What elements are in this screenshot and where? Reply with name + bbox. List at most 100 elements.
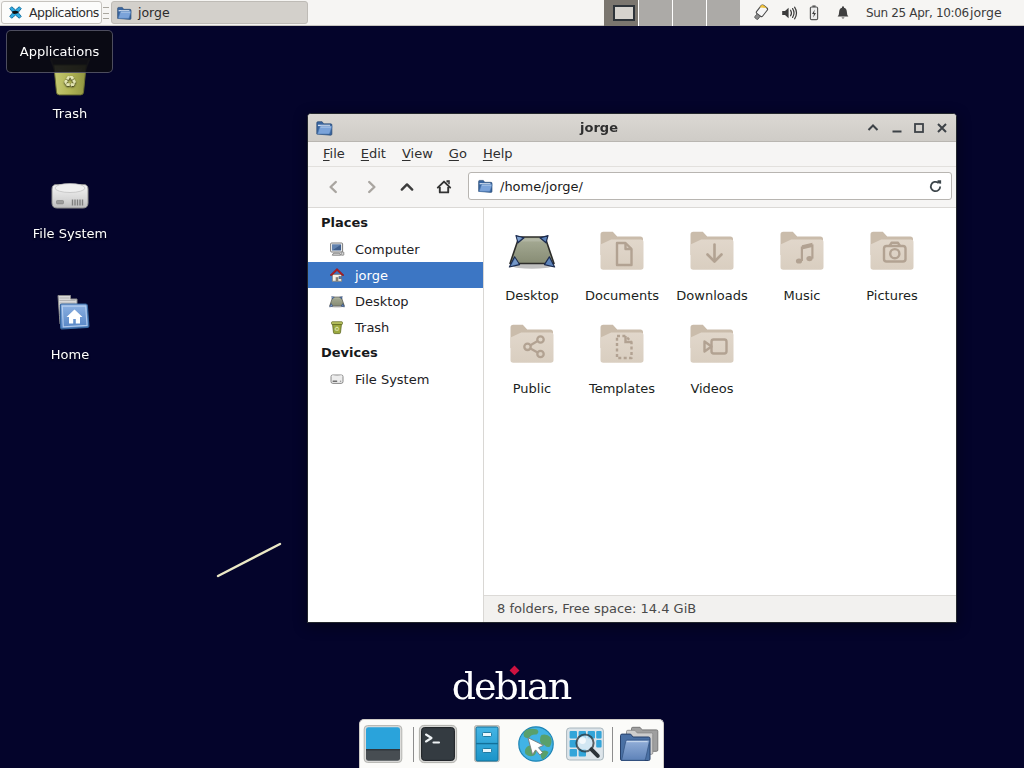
file-item-music[interactable]: Music	[757, 225, 847, 303]
shade-button[interactable]	[865, 120, 881, 136]
window-title: jorge	[580, 114, 618, 141]
notifications-icon[interactable]	[834, 4, 852, 22]
sidebar-item-label: Computer	[355, 242, 420, 257]
minimize-button[interactable]	[889, 120, 905, 136]
file-item-videos[interactable]: Videos	[667, 318, 757, 396]
file-view: Desktop Documents Downloads Music Pictur…	[484, 208, 956, 622]
file-grid: Desktop Documents Downloads Music Pictur…	[484, 208, 956, 595]
bottom-dock	[359, 719, 664, 768]
panel-clock[interactable]: Sun 25 Apr, 10:06	[866, 0, 969, 26]
panel-grip-handle[interactable]	[103, 7, 109, 19]
home-button[interactable]	[430, 173, 458, 201]
user-desktop-icon	[508, 225, 556, 273]
file-item-documents[interactable]: Documents	[577, 225, 667, 303]
file-manager-window: jorge File Edit View Go Help /home/jorge…	[307, 113, 957, 623]
path-bar[interactable]: /home/jorge/	[468, 172, 952, 200]
close-button[interactable]	[934, 120, 950, 136]
desktop-icon-file-system[interactable]: File System	[22, 176, 118, 241]
sidebar-item-jorge[interactable]: jorge	[308, 262, 483, 288]
reload-icon[interactable]	[928, 179, 943, 194]
user-desktop-icon	[329, 293, 345, 309]
maximize-button[interactable]	[911, 120, 927, 136]
web-browser-icon[interactable]	[516, 724, 556, 764]
back-button[interactable]	[320, 173, 348, 201]
app-finder-icon[interactable]	[565, 724, 605, 764]
back-icon	[326, 179, 342, 195]
file-item-desktop[interactable]: Desktop	[487, 225, 577, 303]
file-item-label: Public	[487, 381, 577, 396]
sidebar-header-devices: Devices	[308, 340, 483, 366]
folder-music-icon	[778, 225, 826, 273]
menu-help[interactable]: Help	[475, 142, 521, 166]
terminal-icon[interactable]	[418, 724, 458, 764]
desktop-stray-line	[215, 540, 285, 580]
sidebar-item-trash[interactable]: Trash	[308, 314, 483, 340]
folder-open-icon	[116, 5, 132, 21]
menu-edit[interactable]: Edit	[353, 142, 394, 166]
workspace-3[interactable]	[672, 0, 706, 26]
sidebar-item-desktop[interactable]: Desktop	[308, 288, 483, 314]
folder-pictures-icon	[868, 225, 916, 273]
sidebar-item-label: Trash	[355, 320, 389, 335]
top-panel: Applications jorge Sun 25 Apr, 10:06 jor…	[0, 0, 1024, 26]
up-icon	[399, 179, 415, 195]
up-button[interactable]	[393, 173, 421, 201]
home-icon	[436, 179, 452, 195]
taskbar-window-button[interactable]: jorge	[111, 1, 308, 24]
drive-icon	[48, 176, 92, 212]
applications-tooltip-text: Applications	[20, 44, 99, 59]
xfce-menu-icon	[7, 4, 24, 21]
menu-go[interactable]: Go	[441, 142, 475, 166]
forward-icon	[363, 179, 379, 195]
forward-button[interactable]	[357, 173, 385, 201]
file-item-label: Music	[757, 288, 847, 303]
desktop-screen: { "panel": { "applications": { "label": …	[0, 0, 1024, 768]
folder-open-icon	[477, 178, 493, 194]
file-item-label: Desktop	[487, 288, 577, 303]
file-item-downloads[interactable]: Downloads	[667, 225, 757, 303]
workspace-4[interactable]	[706, 0, 740, 26]
show-desktop-icon[interactable]	[363, 724, 403, 764]
folder-videos-icon	[688, 318, 736, 366]
file-item-pictures[interactable]: Pictures	[847, 225, 937, 303]
menu-file[interactable]: File	[315, 142, 353, 166]
file-manager-icon[interactable]	[467, 724, 507, 764]
workspace-2[interactable]	[638, 0, 672, 26]
folder-documents-icon	[598, 225, 646, 273]
sidebar-item-label: Desktop	[355, 294, 409, 309]
toolbar: /home/jorge/	[308, 167, 956, 208]
statusbar: 8 folders, Free space: 14.4 GiB	[484, 595, 956, 622]
sidebar-item-file-system[interactable]: File System	[308, 366, 483, 392]
desktop-icon-label: Trash	[53, 106, 87, 121]
applications-menu-button[interactable]: Applications	[1, 1, 102, 24]
sidebar-item-label: File System	[355, 372, 429, 387]
window-body: Places Computer jorge Desktop Trash Devi…	[308, 208, 956, 622]
drive-icon	[329, 371, 345, 387]
battery-icon[interactable]	[805, 4, 823, 22]
file-item-label: Templates	[577, 381, 667, 396]
desktop-icon-home[interactable]: Home	[22, 294, 118, 362]
computer-icon	[329, 241, 345, 257]
sidebar-item-computer[interactable]: Computer	[308, 236, 483, 262]
path-text[interactable]: /home/jorge/	[500, 179, 921, 194]
desktop-icon-label: File System	[33, 226, 107, 241]
sidebar-item-label: jorge	[355, 268, 388, 283]
window-titlebar[interactable]: jorge	[308, 114, 956, 142]
directory-menu-icon[interactable]	[619, 724, 659, 764]
sidebar: Places Computer jorge Desktop Trash Devi…	[308, 208, 484, 622]
taskbar-window-label: jorge	[138, 5, 170, 20]
trash-icon	[329, 319, 345, 335]
window-folder-icon	[315, 119, 333, 137]
sidebar-header-places: Places	[308, 210, 483, 236]
panel-user-label[interactable]: jorge	[970, 0, 1002, 26]
file-item-label: Downloads	[667, 288, 757, 303]
workspace-1[interactable]	[604, 0, 638, 26]
dock-separator	[612, 727, 613, 762]
input-device-icon[interactable]	[752, 4, 770, 22]
file-item-public[interactable]: Public	[487, 318, 577, 396]
menu-view[interactable]: View	[394, 142, 441, 166]
file-item-label: Pictures	[847, 288, 937, 303]
file-item-templates[interactable]: Templates	[577, 318, 667, 396]
applications-menu-label: Applications	[29, 5, 99, 20]
volume-icon[interactable]	[780, 4, 798, 22]
